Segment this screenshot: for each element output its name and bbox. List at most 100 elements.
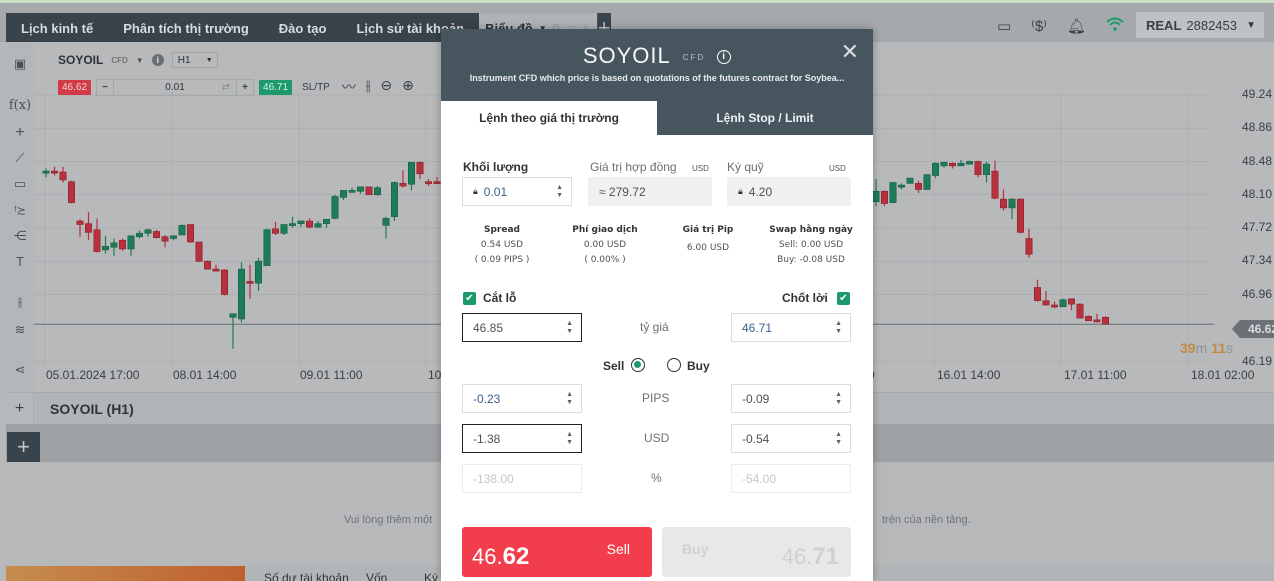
pitchfork-icon[interactable]: ⋲ <box>6 228 34 244</box>
candle-body <box>1050 304 1058 308</box>
margin-label: Ký quỹ <box>727 160 764 174</box>
sl-usd-value: -1.38 <box>473 431 501 446</box>
candle-left <box>153 229 161 239</box>
sltp-button[interactable]: SL/TP <box>302 82 330 93</box>
candle-left <box>280 224 288 235</box>
spinner-icon[interactable]: ▲ ▼ <box>566 431 573 447</box>
stop-loss-pips-input[interactable]: -0.23 ▲ ▼ <box>462 384 582 413</box>
buy-radio[interactable] <box>667 358 681 372</box>
stat-equity: Vốn <box>366 571 388 581</box>
zoom-out-icon[interactable]: ⊖ <box>380 77 392 97</box>
stop-loss-checkbox[interactable]: ✔ <box>463 292 476 305</box>
layout-icon[interactable]: ▭ <box>997 17 1011 35</box>
candle-left <box>50 166 58 176</box>
symbol-name[interactable]: SOYOIL <box>58 53 103 67</box>
buy-button[interactable]: Buy 46.71 <box>662 527 851 577</box>
instrument-type: CFD <box>682 52 706 62</box>
plus-icon[interactable]: + <box>237 82 253 93</box>
account-type: REAL <box>1146 17 1182 33</box>
spinner-icon[interactable]: ▲ ▼ <box>835 431 842 447</box>
volume-label: Khối lượng <box>463 160 529 174</box>
volume-input[interactable]: 🔒︎ 0.01 ▲ ▼ <box>462 177 572 206</box>
countdown-minutes: 39 <box>1180 340 1196 356</box>
contract-value-field: ≈ 279.72 <box>588 177 712 206</box>
tab-market-order[interactable]: Lệnh theo giá thị trường <box>441 101 657 135</box>
candle-body <box>880 190 888 204</box>
candle-body <box>119 239 127 250</box>
fibonacci-icon[interactable]: ᶠ≿ <box>6 204 34 217</box>
layers-icon[interactable]: ≋ <box>6 322 34 338</box>
candle-right <box>974 160 982 178</box>
take-profit-pips-input[interactable]: -0.09 ▲ ▼ <box>731 384 851 413</box>
chevron-down-icon[interactable]: ▼ <box>136 56 144 65</box>
candles-icon[interactable]: ⫲ <box>6 294 34 310</box>
spinner-icon[interactable]: ▲ ▼ <box>835 391 842 407</box>
spinner-icon[interactable]: ▲ ▼ <box>566 391 573 407</box>
info-icon[interactable]: i <box>151 54 164 66</box>
candle-right <box>982 161 990 183</box>
sell-button[interactable]: 46.62 Sell <box>462 527 652 577</box>
spinner-icon[interactable]: ▲ ▼ <box>566 320 573 336</box>
minus-icon[interactable]: − <box>97 82 113 93</box>
candle-left <box>255 257 263 291</box>
text-tool-icon[interactable]: T <box>6 254 34 269</box>
share-icon[interactable]: ⋖ <box>6 362 34 378</box>
quick-sell-price[interactable]: 46.62 <box>58 79 92 95</box>
candle-right <box>923 174 931 190</box>
quick-volume-value[interactable]: 0.01 ⇄ <box>113 79 238 95</box>
rate-label: tỷ giá <box>640 320 669 334</box>
account-selector[interactable]: REAL 2882453 ▼ <box>1136 12 1264 38</box>
tp-pips-value: -0.09 <box>742 391 770 406</box>
order-modal: SOYOIL CFD i ✕ Instrument CFD which price … <box>441 29 873 581</box>
take-profit-rate-input[interactable]: 46.71 ▲ ▼ <box>731 313 851 342</box>
nav-tab-education[interactable]: Đào tạo <box>264 13 342 45</box>
candle-left <box>161 235 169 248</box>
sell-radio[interactable] <box>631 358 645 372</box>
spinner-icon[interactable]: ▲ ▼ <box>556 184 563 200</box>
countdown-seconds: 11 <box>1211 340 1226 356</box>
sl-rate-value: 46.85 <box>473 320 504 335</box>
rectangle-icon[interactable]: ▭ <box>6 176 34 192</box>
candle-style-icon[interactable]: ⫲ <box>366 77 371 97</box>
direction-buy-label: Buy <box>687 359 710 373</box>
candle-left <box>187 224 195 243</box>
info-icon[interactable]: i <box>717 50 732 65</box>
candle-left <box>204 260 212 270</box>
candle-body <box>982 163 990 175</box>
bell-icon[interactable]: 🔔︎ <box>1067 17 1086 35</box>
indicators-icon[interactable]: f(x) <box>6 98 34 113</box>
nav-tab-market-analysis[interactable]: Phân tích thị trường <box>108 13 264 45</box>
price-alert-icon[interactable]: ⁽$⁾ <box>1031 17 1047 35</box>
nav-tab-economic-calendar[interactable]: Lịch kinh tế <box>6 13 108 45</box>
buy-label: Buy <box>682 541 709 557</box>
line-chart-icon[interactable]: 〰 <box>342 77 356 97</box>
contract-value-unit: USD <box>692 164 709 173</box>
candle-left <box>399 170 407 188</box>
stop-loss-rate-input[interactable]: 46.85 ▲ ▼ <box>462 313 582 342</box>
trendline-icon[interactable]: ⟋ <box>6 150 34 166</box>
swap-icon[interactable]: ⇄ <box>222 80 230 95</box>
tab-stop-limit[interactable]: Lệnh Stop / Limit <box>657 101 873 135</box>
candle-body <box>1008 198 1016 209</box>
candle-body <box>144 229 152 234</box>
take-profit-checkbox[interactable]: ✔ <box>837 292 850 305</box>
quick-buy-price[interactable]: 46.71 <box>259 79 293 95</box>
candle-left <box>382 216 390 239</box>
y-tick-label: 48.10 <box>1242 186 1273 201</box>
close-icon[interactable]: ✕ <box>841 39 859 65</box>
candle-right <box>1033 279 1041 302</box>
spinner-icon[interactable]: ▲ ▼ <box>835 320 842 336</box>
quick-volume-stepper[interactable]: − 0.01 ⇄ + <box>96 78 255 96</box>
add-widget-button[interactable]: + <box>7 432 40 462</box>
candle-body <box>110 242 118 248</box>
crosshair-icon[interactable]: + <box>6 124 34 142</box>
chevron-down-icon: ▼ <box>1246 19 1256 31</box>
chart-type-icon[interactable]: ▣ <box>6 56 34 72</box>
stop-loss-usd-input[interactable]: -1.38 ▲ ▼ <box>462 424 582 453</box>
promo-banner[interactable] <box>6 566 245 581</box>
zoom-in-icon[interactable]: ⊕ <box>402 77 414 97</box>
timeframe-select[interactable]: H1 ▼ <box>171 52 218 68</box>
add-panel-button[interactable]: + <box>6 393 34 425</box>
margin-value: 4.20 <box>748 184 773 199</box>
take-profit-usd-input[interactable]: -0.54 ▲ ▼ <box>731 424 851 453</box>
